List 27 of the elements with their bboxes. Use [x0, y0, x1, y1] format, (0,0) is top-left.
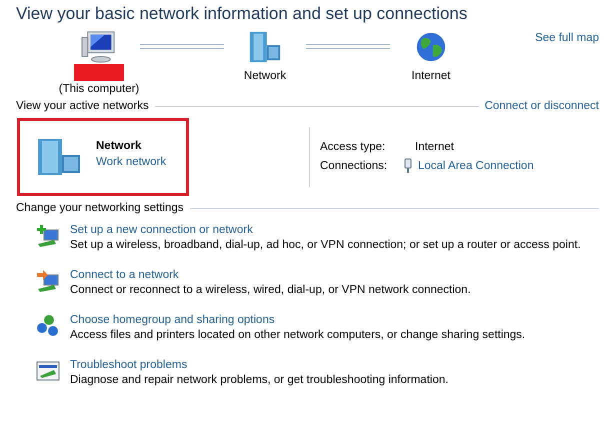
task-link[interactable]: Connect to a network	[70, 269, 471, 281]
task-description: Diagnose and repair network problems, or get troubleshooting information.	[70, 374, 448, 386]
connect-icon	[36, 269, 60, 293]
task-description: Access files and printers located on other network computers, or change sharing settings.	[70, 329, 526, 341]
task-link[interactable]: Choose homegroup and sharing options	[70, 314, 526, 326]
node-label: Network	[244, 70, 286, 82]
detail-value: Internet	[415, 140, 454, 152]
connection-link[interactable]: Local Area Connection	[418, 160, 534, 172]
network-type-link[interactable]: Work network	[96, 156, 166, 168]
new-connection-icon	[36, 224, 60, 248]
node-label: (This computer)	[58, 83, 140, 95]
section-heading: Change your networking settings	[16, 202, 184, 214]
task-description: Set up a wireless, broadband, dial-up, ad hoc, or VPN connection; or set up a router or access point.	[70, 239, 581, 251]
node-label: Internet	[412, 70, 450, 82]
task-link[interactable]: Troubleshoot problems	[70, 359, 448, 371]
task-description: Connect or reconnect to a wireless, wired, dial-up, or VPN network connection.	[70, 284, 471, 296]
page-title: View your basic network information and set up connections	[16, 4, 468, 24]
task-link[interactable]: Set up a new connection or network	[70, 224, 581, 236]
detail-label: Connections:	[320, 160, 388, 172]
cable-icon	[404, 158, 412, 174]
detail-label: Access type:	[320, 140, 386, 152]
connect-link[interactable]: Connect or disconnect	[484, 100, 599, 112]
homegroup-icon	[36, 314, 60, 338]
section-heading: View your active networks	[16, 100, 149, 112]
see-full-map-link[interactable]: See full map	[535, 32, 599, 44]
troubleshoot-icon	[36, 359, 60, 383]
network-name: Network	[96, 140, 142, 152]
